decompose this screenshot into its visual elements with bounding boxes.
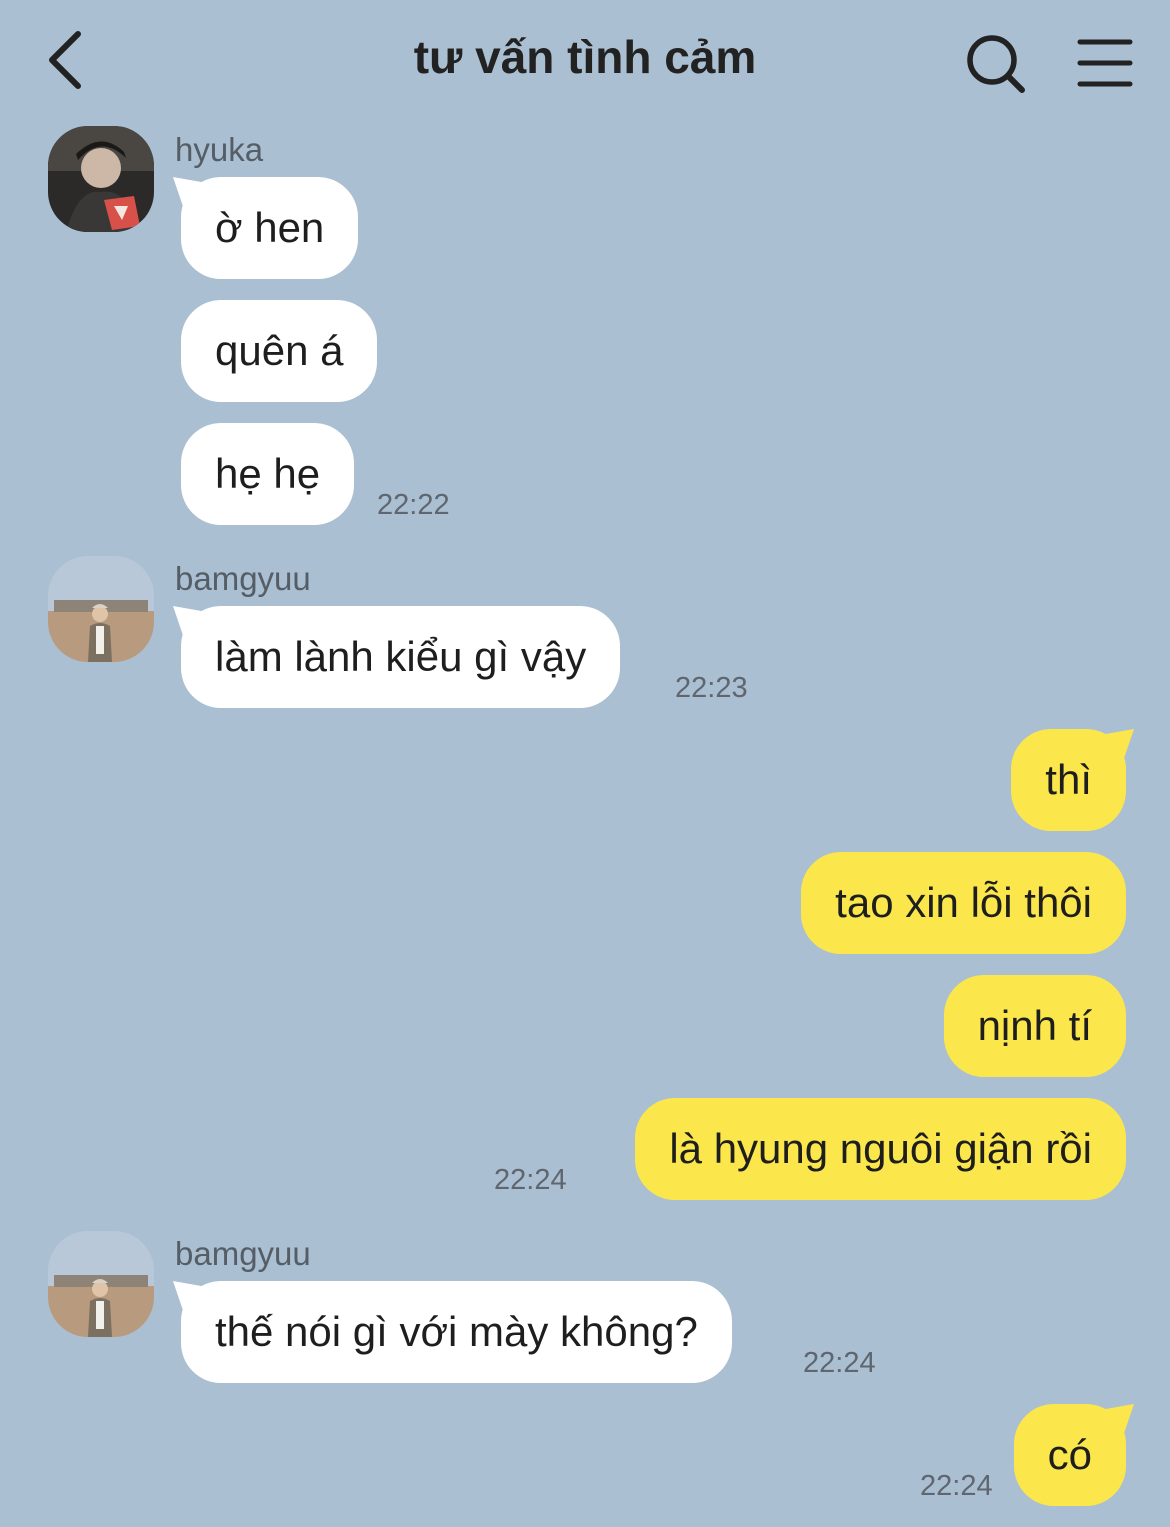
message-timestamp: 22:24 bbox=[803, 1347, 876, 1379]
sender-name: bamgyuu bbox=[175, 1235, 311, 1272]
message-bubble[interactable]: làm lành kiểu gì vậy bbox=[181, 606, 621, 708]
message-timestamp: 22:24 bbox=[920, 1470, 993, 1502]
search-icon bbox=[967, 35, 1025, 93]
my-message-bubble[interactable]: có bbox=[1013, 1404, 1126, 1506]
avatar-bamgyuu[interactable] bbox=[48, 1231, 154, 1337]
sender-name: bamgyuu bbox=[175, 560, 311, 597]
my-message-bubble[interactable]: là hyung nguôi giận rồi bbox=[635, 1098, 1126, 1200]
message-bubble[interactable]: thế nói gì với mày không? bbox=[181, 1281, 732, 1383]
avatar-bamgyuu[interactable] bbox=[48, 556, 154, 662]
menu-button[interactable] bbox=[1072, 30, 1138, 96]
message-timestamp: 22:24 bbox=[494, 1164, 567, 1196]
message-timestamp: 22:22 bbox=[377, 489, 450, 521]
message-bubble[interactable]: ờ hen bbox=[181, 177, 359, 279]
hamburger-menu-icon bbox=[1077, 39, 1133, 87]
message-bubble[interactable]: hẹ hẹ bbox=[181, 423, 355, 525]
message-timestamp: 22:23 bbox=[675, 672, 748, 704]
chat-header: tư vấn tình cảm bbox=[0, 0, 1170, 120]
my-message-bubble[interactable]: nịnh tí bbox=[943, 975, 1126, 1077]
search-button[interactable] bbox=[960, 28, 1032, 100]
sender-name: hyuka bbox=[175, 131, 264, 168]
my-message-bubble[interactable]: tao xin lỗi thôi bbox=[801, 852, 1126, 954]
message-bubble[interactable]: quên á bbox=[181, 300, 378, 402]
avatar-hyuka[interactable] bbox=[48, 126, 154, 232]
my-message-bubble[interactable]: thì bbox=[1011, 729, 1126, 831]
